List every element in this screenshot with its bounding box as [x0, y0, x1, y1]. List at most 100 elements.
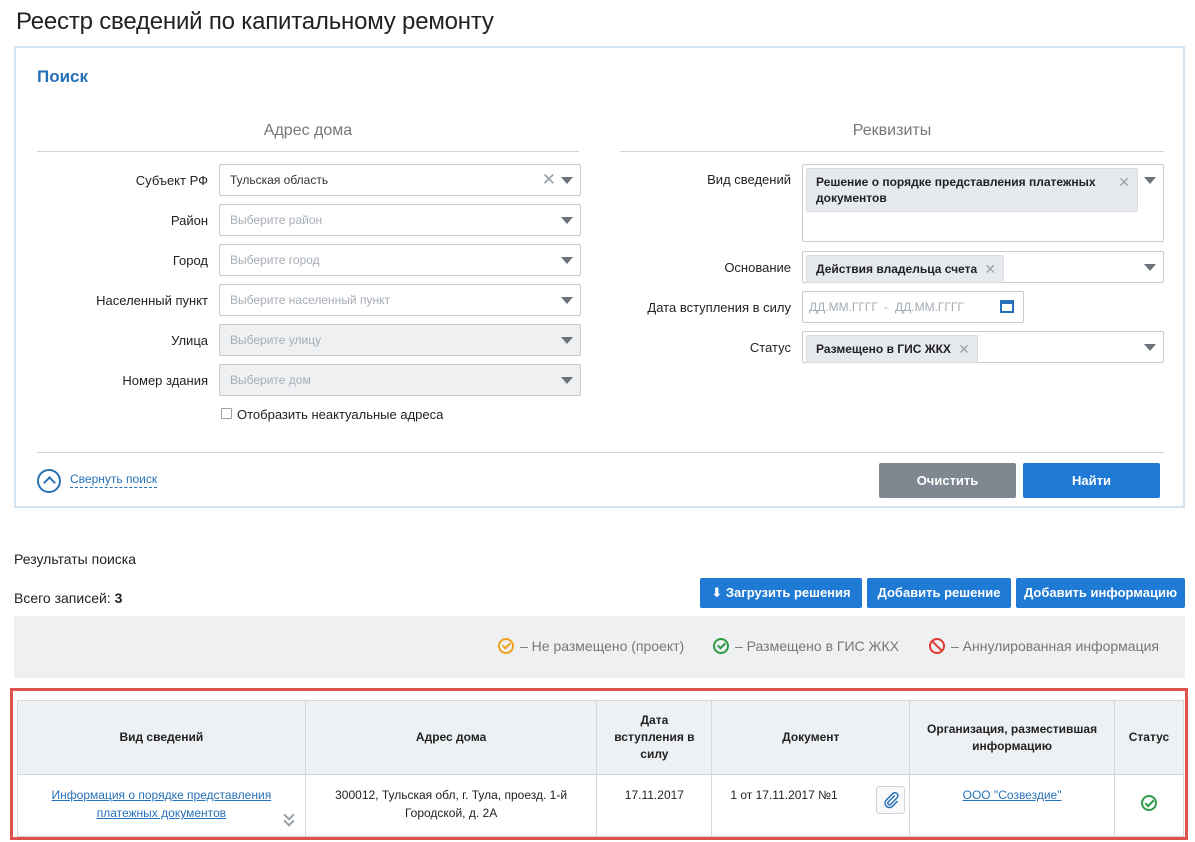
- district-placeholder: Выберите район: [230, 213, 323, 227]
- basis-label: Основание: [724, 260, 791, 275]
- results-label: Результаты поиска: [14, 551, 137, 567]
- requisites-column-title: Реквизиты: [852, 122, 932, 139]
- status-legend: – Не размещено (проект) – Размещено в ГИ…: [14, 616, 1185, 678]
- cell-effective-date: 17.11.2017: [596, 774, 713, 837]
- locality-placeholder: Выберите населенный пункт: [230, 293, 390, 307]
- search-title: Поиск: [37, 67, 89, 86]
- street-select[interactable]: Выберите улицу: [219, 324, 581, 356]
- city-label: Город: [172, 253, 208, 268]
- status-draft-icon: [498, 638, 514, 654]
- calendar-icon[interactable]: [1000, 300, 1014, 313]
- requisites-column-divider: [620, 151, 1164, 152]
- status-select[interactable]: Размещено в ГИС ЖКХ ✕: [802, 331, 1164, 363]
- basis-tag-text: Действия владельца счета: [816, 262, 978, 276]
- col-document: Документ: [711, 700, 911, 775]
- street-placeholder: Выберите улицу: [230, 333, 322, 347]
- street-label: Улица: [171, 333, 208, 348]
- add-decision-button[interactable]: Добавить решение: [867, 578, 1011, 608]
- subject-value: Тульская область: [230, 173, 329, 187]
- clear-icon[interactable]: ✕: [542, 171, 556, 189]
- panel-divider: [37, 452, 1164, 453]
- upload-decisions-label: Загрузить решения: [725, 585, 851, 600]
- col-address: Адрес дома: [304, 700, 598, 775]
- subject-label: Субъект РФ: [135, 173, 208, 188]
- info-type-label: Вид сведений: [707, 172, 791, 187]
- city-placeholder: Выберите город: [230, 253, 320, 267]
- status-tag-text: Размещено в ГИС ЖКХ: [816, 342, 951, 356]
- total-label: Всего записей:: [14, 590, 111, 606]
- chevron-up-icon[interactable]: [37, 469, 61, 493]
- basis-select[interactable]: Действия владельца счета ✕: [802, 251, 1164, 283]
- document-text: 1 от 17.11.2017 №1: [730, 788, 838, 802]
- locality-label: Населенный пункт: [96, 293, 208, 308]
- upload-decisions-button[interactable]: ⬇ Загрузить решения: [700, 578, 862, 608]
- locality-select[interactable]: Выберите населенный пункт: [219, 284, 581, 316]
- chevron-down-icon[interactable]: [561, 337, 573, 344]
- table-header-row: Вид сведений Адрес дома Дата вступления …: [17, 700, 1185, 775]
- subject-select[interactable]: Тульская область ✕: [219, 164, 581, 196]
- info-type-tag-text: Решение о порядке представления платежны…: [816, 175, 1096, 205]
- legend-cancelled: – Аннулированная информация: [951, 638, 1159, 654]
- chevron-down-icon[interactable]: [561, 297, 573, 304]
- show-inactive-checkbox[interactable]: [221, 408, 232, 419]
- info-type-link[interactable]: Информация о порядке представления плате…: [52, 788, 272, 820]
- chevron-down-icon[interactable]: [1144, 344, 1156, 351]
- collapse-search-link[interactable]: Свернуть поиск: [70, 472, 158, 488]
- results-table-highlight: Вид сведений Адрес дома Дата вступления …: [10, 688, 1188, 840]
- chevron-down-icon[interactable]: [561, 177, 573, 184]
- chevron-down-icon[interactable]: [1144, 177, 1156, 184]
- expand-row-icon[interactable]: [283, 812, 295, 826]
- info-type-tag: Решение о порядке представления платежны…: [806, 168, 1138, 212]
- results-table: Вид сведений Адрес дома Дата вступления …: [17, 700, 1185, 837]
- basis-tag: Действия владельца счета ✕: [806, 255, 1005, 283]
- clear-button[interactable]: Очистить: [879, 463, 1016, 498]
- effective-date-label: Дата вступления в силу: [647, 300, 791, 315]
- district-select[interactable]: Выберите район: [219, 204, 581, 236]
- table-row: Информация о порядке представления плате…: [17, 774, 1185, 837]
- city-select[interactable]: Выберите город: [219, 244, 581, 276]
- building-select[interactable]: Выберите дом: [219, 364, 581, 396]
- building-placeholder: Выберите дом: [230, 373, 311, 387]
- status-published-icon: [1140, 795, 1157, 811]
- chevron-down-icon[interactable]: [561, 257, 573, 264]
- col-organization: Организация, разместившая информацию: [909, 700, 1115, 775]
- address-column-title: Адрес дома: [263, 122, 353, 139]
- legend-published: – Размещено в ГИС ЖКХ: [735, 638, 899, 654]
- total-count: 3: [114, 590, 123, 606]
- address-column-divider: [37, 151, 579, 152]
- add-info-button[interactable]: Добавить информацию: [1016, 578, 1185, 608]
- cell-document: 1 от 17.11.2017 №1: [711, 774, 911, 837]
- find-button[interactable]: Найти: [1023, 463, 1160, 498]
- date-to-placeholder[interactable]: ДД.ММ.ГГГГ: [895, 300, 964, 314]
- chevron-down-icon[interactable]: [1144, 264, 1156, 271]
- paperclip-icon: [884, 792, 899, 809]
- cell-address: 300012, Тульская обл, г. Тула, проезд. 1…: [304, 774, 598, 837]
- total-records: Всего записей: 3: [14, 590, 122, 606]
- status-published-icon: [713, 638, 729, 654]
- district-label: Район: [170, 213, 208, 228]
- remove-tag-icon[interactable]: ✕: [984, 261, 996, 277]
- cell-organization: ООО "Созвездие": [909, 774, 1115, 837]
- cell-status: [1113, 774, 1185, 837]
- show-inactive-label[interactable]: Отобразить неактуальные адреса: [237, 407, 443, 422]
- cell-info-type: Информация о порядке представления плате…: [17, 774, 306, 837]
- chevron-down-icon[interactable]: [561, 377, 573, 384]
- date-from-placeholder[interactable]: ДД.ММ.ГГГГ: [809, 300, 878, 314]
- status-label: Статус: [749, 340, 791, 355]
- date-separator: -: [884, 300, 888, 314]
- page-title: Реестр сведений по капитальному ремонту: [16, 8, 494, 35]
- attachment-button[interactable]: [876, 786, 906, 814]
- remove-tag-icon[interactable]: ✕: [1118, 174, 1130, 190]
- legend-draft: – Не размещено (проект): [520, 638, 685, 654]
- col-effective-date: Дата вступления в силу: [596, 700, 713, 775]
- remove-tag-icon[interactable]: ✕: [958, 341, 970, 357]
- chevron-down-icon[interactable]: [561, 217, 573, 224]
- search-panel: Поиск Адрес дома Субъект РФ Тульская обл…: [14, 46, 1185, 508]
- col-info-type: Вид сведений: [17, 700, 306, 775]
- col-status: Статус: [1113, 700, 1185, 775]
- info-type-select[interactable]: Решение о порядке представления платежны…: [802, 164, 1164, 242]
- download-icon: ⬇: [711, 585, 723, 600]
- effective-date-range[interactable]: ДД.ММ.ГГГГ - ДД.ММ.ГГГГ: [802, 291, 1024, 323]
- organization-link[interactable]: ООО "Созвездие": [963, 788, 1062, 802]
- status-tag: Размещено в ГИС ЖКХ ✕: [806, 335, 978, 363]
